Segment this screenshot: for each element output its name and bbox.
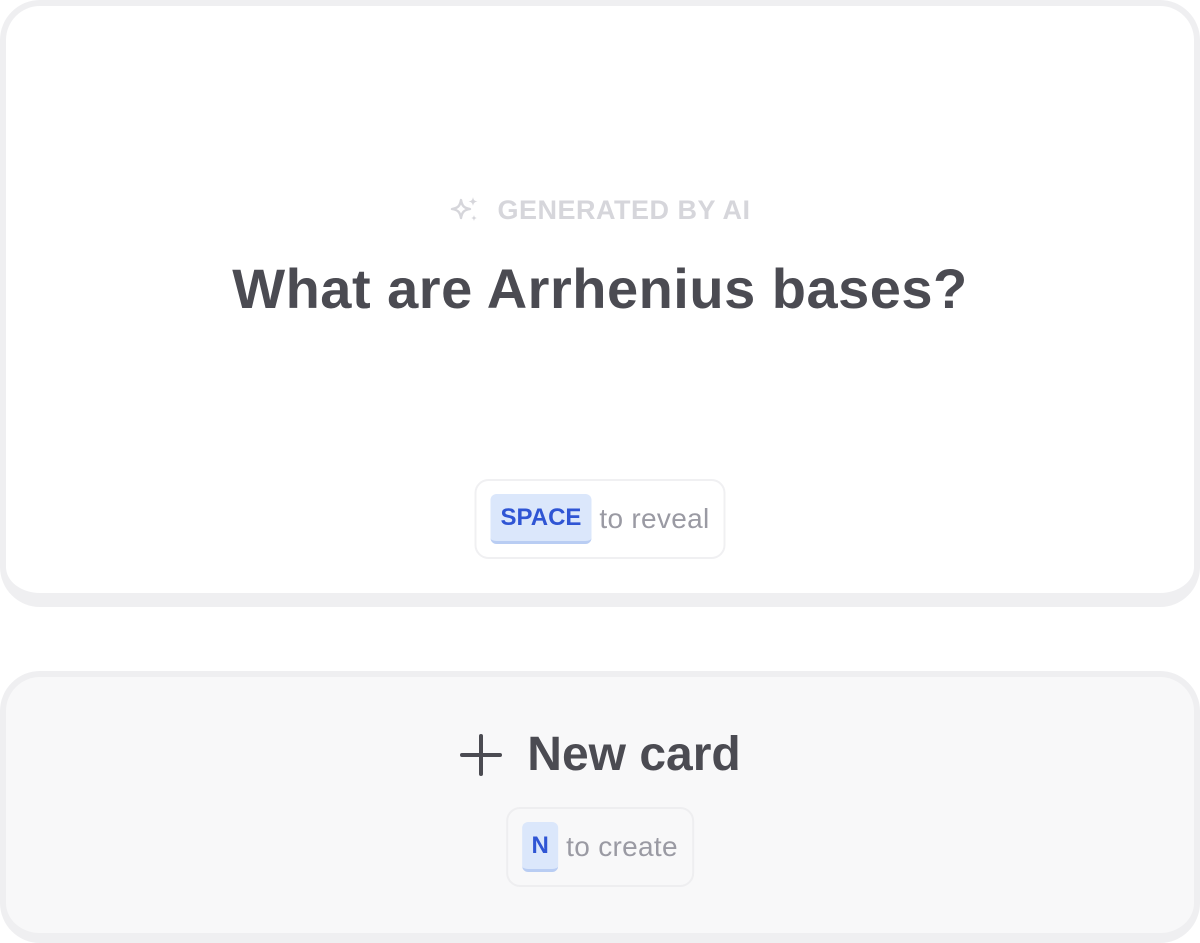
new-card-button[interactable]: New card N to create	[0, 671, 1200, 943]
ai-label-text: GENERATED BY AI	[497, 194, 751, 225]
new-card-label: New card	[527, 728, 741, 781]
card-question: What are Arrhenius bases?	[232, 257, 968, 320]
reveal-hint-text: to reveal	[599, 503, 710, 534]
create-hint: N to create	[506, 807, 694, 887]
create-hint-text: to create	[566, 831, 678, 862]
reveal-hint[interactable]: SPACE to reveal	[474, 479, 726, 559]
ai-generated-label: GENERATED BY AI	[6, 194, 1194, 226]
flashcard-stage: GENERATED BY AI What are Arrhenius bases…	[0, 0, 1200, 943]
new-card-title: New card	[6, 727, 1194, 782]
plus-icon	[460, 733, 503, 776]
flashcard[interactable]: GENERATED BY AI What are Arrhenius bases…	[0, 0, 1200, 607]
space-key-badge: SPACE	[490, 494, 592, 544]
sparkle-icon	[451, 197, 478, 221]
n-key-badge: N	[522, 822, 559, 872]
